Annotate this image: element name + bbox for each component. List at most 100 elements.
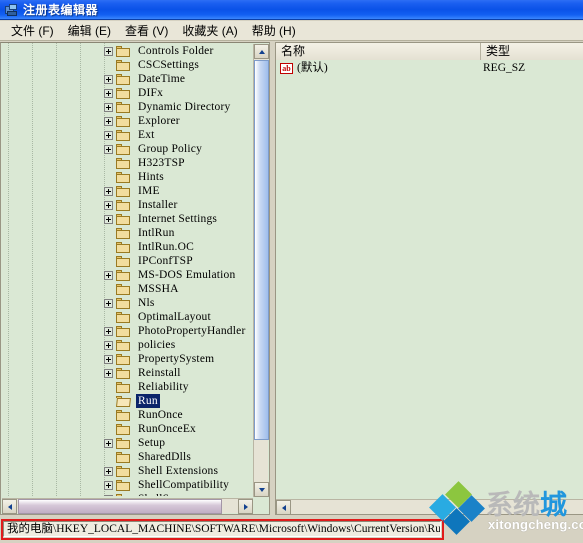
expand-plus-icon[interactable] — [104, 88, 113, 98]
folder-icon — [116, 185, 132, 198]
tree-scroll-area[interactable]: Controls Folder CSCSettings DateTime DIFx Dy… — [1, 43, 254, 496]
tree-item-intlrun-oc[interactable]: IntlRun.OC — [1, 240, 254, 254]
folder-icon — [116, 297, 132, 310]
tree-item-label: Setup — [138, 437, 166, 449]
folder-icon — [116, 227, 132, 240]
tree-item-ext[interactable]: Ext — [1, 128, 254, 142]
tree-item-label: Explorer — [138, 115, 180, 127]
menu-edit[interactable]: 编辑 (E) — [62, 23, 119, 39]
menu-favorites[interactable]: 收藏夹 (A) — [176, 23, 245, 39]
folder-icon — [116, 143, 132, 156]
tree-vertical-scrollbar[interactable] — [253, 44, 269, 497]
tree-item-setup[interactable]: Setup — [1, 436, 254, 450]
expand-plus-icon[interactable] — [104, 102, 113, 112]
expand-plus-icon[interactable] — [104, 368, 113, 378]
tree-item-mssha[interactable]: MSSHA — [1, 282, 254, 296]
tree-horizontal-scrollbar[interactable] — [2, 498, 253, 514]
expand-plus-icon[interactable] — [104, 494, 113, 496]
title-bar[interactable]: 注册表编辑器 — [0, 0, 583, 20]
expand-plus-icon[interactable] — [104, 200, 113, 210]
tree-item-group-policy[interactable]: Group Policy — [1, 142, 254, 156]
folder-icon — [116, 283, 132, 296]
tree-item-shellcompatibility[interactable]: ShellCompatibility — [1, 478, 254, 492]
expand-plus-icon[interactable] — [104, 438, 113, 448]
tree-item-label: OptimalLayout — [138, 311, 211, 323]
tree-item-controls-folder[interactable]: Controls Folder — [1, 44, 254, 58]
scroll-left-button[interactable] — [2, 499, 17, 514]
scroll-right-button[interactable] — [238, 499, 253, 514]
folder-icon — [116, 59, 132, 72]
tree-item-label: policies — [138, 339, 176, 351]
tree-item-label: SharedDlls — [138, 451, 192, 463]
tree-item-installer[interactable]: Installer — [1, 198, 254, 212]
tree-item-propertysystem[interactable]: PropertySystem — [1, 352, 254, 366]
expand-plus-icon[interactable] — [104, 186, 113, 196]
tree-item-label: DateTime — [138, 73, 186, 85]
tree-item-dynamic-directory[interactable]: Dynamic Directory — [1, 100, 254, 114]
values-scroll-left-button[interactable] — [276, 500, 291, 514]
expand-plus-icon[interactable] — [104, 270, 113, 280]
folder-icon — [116, 255, 132, 268]
column-header-name[interactable]: 名称 — [276, 43, 481, 60]
status-bar: 我的电脑\HKEY_LOCAL_MACHINE\SOFTWARE\Microso… — [0, 517, 583, 543]
tree-vscroll-thumb[interactable] — [254, 60, 269, 440]
menu-file[interactable]: 文件 (F) — [5, 23, 62, 39]
tree-item-runonce[interactable]: RunOnce — [1, 408, 254, 422]
tree-item-hints[interactable]: Hints — [1, 170, 254, 184]
tree-item-run[interactable]: Run — [1, 394, 254, 408]
tree-item-h323tsp[interactable]: H323TSP — [1, 156, 254, 170]
tree-item-label: Ext — [138, 129, 155, 141]
expand-plus-icon[interactable] — [104, 480, 113, 490]
expand-plus-icon[interactable] — [104, 354, 113, 364]
menu-view[interactable]: 查看 (V) — [119, 23, 176, 39]
tree-item-ime[interactable]: IME — [1, 184, 254, 198]
menu-help[interactable]: 帮助 (H) — [246, 23, 304, 39]
values-row[interactable]: ab (默认) REG_SZ — [276, 61, 583, 76]
expand-plus-icon[interactable] — [104, 130, 113, 140]
tree-item-ipconftsp[interactable]: IPConfTSP — [1, 254, 254, 268]
tree-item-internet-settings[interactable]: Internet Settings — [1, 212, 254, 226]
tree-item-label: Shell Extensions — [138, 465, 219, 477]
tree-item-explorer[interactable]: Explorer — [1, 114, 254, 128]
scroll-down-button[interactable] — [254, 482, 269, 497]
folder-icon — [116, 423, 132, 436]
expand-plus-icon[interactable] — [104, 116, 113, 126]
tree-item-label: PhotoPropertyHandler — [138, 325, 246, 337]
tree-item-shareddlls[interactable]: SharedDlls — [1, 450, 254, 464]
tree-item-optimallayout[interactable]: OptimalLayout — [1, 310, 254, 324]
scroll-up-button[interactable] — [254, 44, 269, 59]
expand-plus-icon[interactable] — [104, 298, 113, 308]
tree-item-ms-dos-emulation[interactable]: MS-DOS Emulation — [1, 268, 254, 282]
values-horizontal-scrollbar[interactable] — [276, 499, 583, 514]
tree-item-policies[interactable]: policies — [1, 338, 254, 352]
tree-item-label: Internet Settings — [138, 213, 218, 225]
editor-panes: Controls Folder CSCSettings DateTime DIFx Dy… — [0, 42, 583, 515]
tree-item-difx[interactable]: DIFx — [1, 86, 254, 100]
expand-plus-icon[interactable] — [104, 326, 113, 336]
tree-item-reliability[interactable]: Reliability — [1, 380, 254, 394]
expand-plus-icon[interactable] — [104, 466, 113, 476]
tree-item-cscsettings[interactable]: CSCSettings — [1, 58, 254, 72]
tree-hscroll-thumb[interactable] — [18, 499, 222, 514]
expand-plus-icon[interactable] — [104, 74, 113, 84]
tree-item-reinstall[interactable]: Reinstall — [1, 366, 254, 380]
value-name-cell: ab (默认) — [276, 61, 481, 76]
tree-item-nls[interactable]: Nls — [1, 296, 254, 310]
expand-plus-icon[interactable] — [104, 340, 113, 350]
tree-item-photopropertyhandler[interactable]: PhotoPropertyHandler — [1, 324, 254, 338]
folder-icon — [116, 157, 132, 170]
tree-item-shellscrap[interactable]: ShellScrap — [1, 492, 254, 496]
tree-item-intlrun[interactable]: IntlRun — [1, 226, 254, 240]
tree-item-runonceex[interactable]: RunOnceEx — [1, 422, 254, 436]
expand-plus-icon[interactable] — [104, 46, 113, 56]
column-header-type[interactable]: 类型 — [481, 43, 583, 60]
expand-plus-icon[interactable] — [104, 144, 113, 154]
expand-plus-icon[interactable] — [104, 214, 113, 224]
tree-item-shell-extensions[interactable]: Shell Extensions — [1, 464, 254, 478]
tree-item-label: IntlRun.OC — [138, 241, 194, 253]
tree-item-datetime[interactable]: DateTime — [1, 72, 254, 86]
